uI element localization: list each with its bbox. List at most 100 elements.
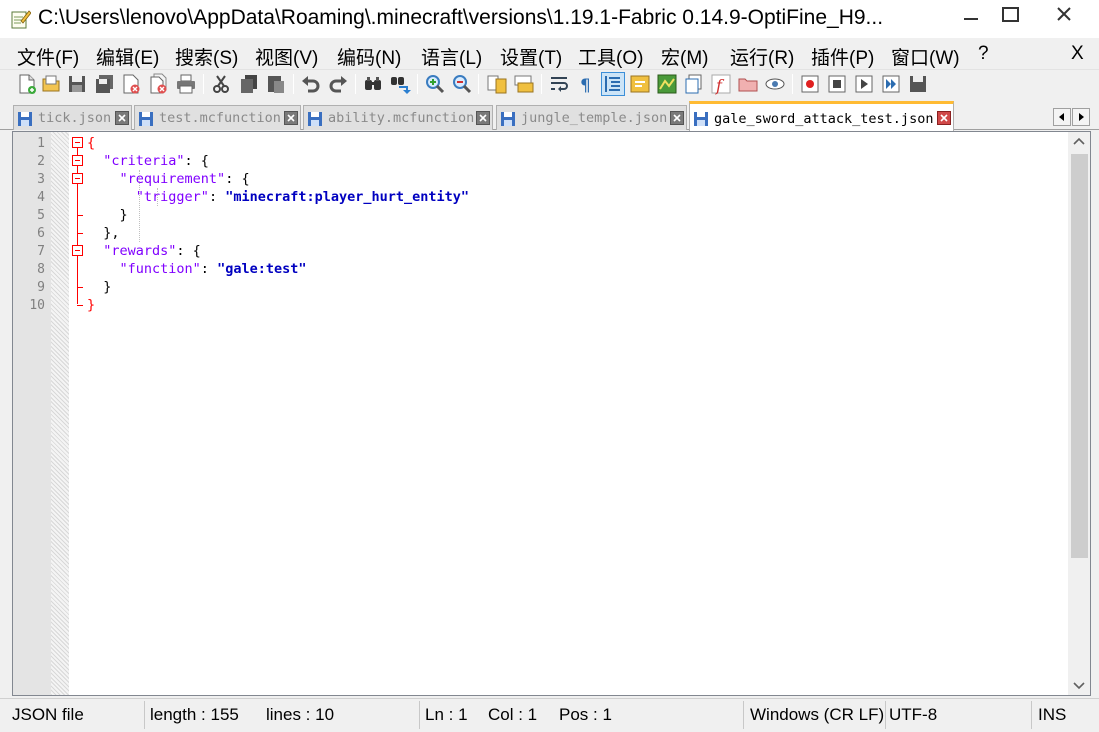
line-number: 4 (37, 190, 45, 205)
tab-jungle-temple-json[interactable]: jungle_temple.json (496, 105, 687, 130)
tab-close-icon[interactable] (115, 111, 129, 125)
bookmark-margin[interactable] (51, 132, 69, 695)
doc-list-icon[interactable] (683, 73, 705, 95)
tab-close-icon[interactable] (476, 111, 490, 125)
tab-test-mcfunction[interactable]: test.mcfunction (134, 105, 301, 130)
code-line[interactable]: "criteria": { (87, 152, 209, 170)
function-list-icon[interactable]: f (710, 73, 732, 95)
code-editor[interactable]: 1 2 3 4 5 6 7 8 9 10 { "criteria": { "requirement… (12, 131, 1091, 696)
tab-close-icon[interactable] (284, 111, 298, 125)
run-macro-multiple-icon[interactable] (880, 73, 902, 95)
code-line[interactable]: } (87, 296, 95, 314)
doc-map-icon[interactable] (656, 73, 678, 95)
menu-edit[interactable]: 编辑(E) (96, 43, 159, 70)
title-bar: C:\Users\lenovo\AppData\Roaming\.minecra… (0, 0, 1099, 38)
minimize-button[interactable] (948, 0, 994, 32)
fold-collapse-icon[interactable] (72, 173, 83, 184)
redo-icon[interactable] (327, 73, 349, 95)
fold-margin[interactable] (69, 132, 87, 695)
saved-file-icon (500, 111, 516, 127)
user-lang-icon[interactable] (629, 73, 651, 95)
tab-close-icon[interactable] (937, 111, 951, 125)
sync-horizontal-icon[interactable] (513, 73, 535, 95)
status-insert-mode: INS (1038, 705, 1067, 724)
find-icon[interactable] (362, 73, 384, 95)
code-line[interactable]: "rewards": { (87, 242, 201, 260)
folder-workspace-icon[interactable] (737, 73, 759, 95)
fold-end-marker (77, 287, 83, 288)
code-line[interactable]: { (87, 134, 95, 152)
menu-search[interactable]: 搜索(S) (175, 43, 238, 70)
maximize-button[interactable] (992, 0, 1038, 32)
fold-end-marker (77, 215, 83, 216)
tab-scroll-right-button[interactable] (1072, 108, 1090, 126)
menu-tools[interactable]: 工具(O) (578, 43, 643, 70)
scrollbar-thumb[interactable] (1071, 154, 1088, 558)
sync-vertical-icon[interactable] (486, 73, 508, 95)
menu-macro[interactable]: 宏(M) (661, 43, 708, 70)
close-window-button[interactable] (1036, 0, 1099, 32)
save-all-icon[interactable] (94, 73, 116, 95)
line-number-gutter: 1 2 3 4 5 6 7 8 9 10 (13, 132, 51, 695)
stop-macro-icon[interactable] (826, 73, 848, 95)
menu-encoding[interactable]: 编码(N) (337, 43, 401, 70)
code-line[interactable]: } (87, 278, 111, 296)
save-macro-icon[interactable] (907, 73, 929, 95)
save-icon[interactable] (66, 73, 88, 95)
record-macro-icon[interactable] (799, 73, 821, 95)
code-line[interactable]: }, (87, 224, 119, 242)
code-token: : { (184, 153, 209, 169)
menu-view[interactable]: 视图(V) (255, 43, 318, 70)
notepad-plus-plus-app-icon (11, 9, 32, 29)
copy-icon[interactable] (238, 73, 260, 95)
menu-window[interactable]: 窗口(W) (891, 43, 960, 70)
code-line[interactable]: "trigger": "minecraft:player_hurt_entity… (87, 188, 469, 206)
code-line[interactable]: "requirement": { (87, 170, 250, 188)
fold-collapse-icon[interactable] (72, 137, 83, 148)
tab-scroll-left-button[interactable] (1053, 108, 1071, 126)
show-all-chars-icon[interactable]: ¶ (575, 73, 597, 95)
code-line[interactable]: } (87, 206, 128, 224)
vertical-scrollbar[interactable] (1068, 132, 1090, 695)
open-file-icon[interactable] (40, 73, 62, 95)
menu-run[interactable]: 运行(R) (730, 43, 794, 70)
close-all-icon[interactable] (148, 73, 170, 95)
zoom-in-icon[interactable] (424, 73, 446, 95)
close-document-button[interactable]: X (1071, 43, 1084, 65)
window-title: C:\Users\lenovo\AppData\Roaming\.minecra… (38, 6, 884, 29)
cut-icon[interactable] (210, 73, 232, 95)
tab-close-icon[interactable] (670, 111, 684, 125)
scroll-up-button[interactable] (1068, 132, 1090, 152)
new-file-icon[interactable] (16, 73, 38, 95)
tab-tick-json[interactable]: tick.json (13, 105, 132, 130)
paste-icon[interactable] (265, 73, 287, 95)
indent-guide-icon[interactable] (601, 72, 625, 96)
undo-icon[interactable] (300, 73, 322, 95)
monitoring-icon[interactable] (764, 73, 786, 95)
menu-file[interactable]: 文件(F) (17, 43, 79, 70)
menu-settings[interactable]: 设置(T) (500, 43, 562, 70)
code-line[interactable]: "function": "gale:test" (87, 260, 307, 278)
menu-bar: 文件(F) 编辑(E) 搜索(S) 视图(V) 编码(N) 语言(L) 设置(T… (0, 40, 1099, 70)
menu-help[interactable]: ? (978, 43, 989, 65)
tab-gale-sword-attack-test-json[interactable]: gale_sword_attack_test.json (689, 101, 954, 131)
tab-ability-mcfunction[interactable]: ability.mcfunction (303, 105, 493, 130)
tab-label: tick.json (38, 110, 112, 126)
print-icon[interactable] (175, 73, 197, 95)
code-token: "function" (119, 261, 201, 277)
play-macro-icon[interactable] (853, 73, 875, 95)
scroll-down-button[interactable] (1068, 675, 1090, 695)
line-number: 9 (37, 280, 45, 295)
text-area[interactable]: { "criteria": { "requirement": { "trigge… (87, 132, 1067, 695)
fold-collapse-icon[interactable] (72, 155, 83, 166)
close-icon[interactable] (120, 73, 142, 95)
zoom-out-icon[interactable] (451, 73, 473, 95)
menu-plugins[interactable]: 插件(P) (811, 43, 874, 70)
status-encoding: UTF-8 (889, 705, 938, 724)
fold-collapse-icon[interactable] (72, 245, 83, 256)
menu-language[interactable]: 语言(L) (421, 43, 482, 70)
saved-file-icon (693, 111, 709, 127)
replace-icon[interactable] (389, 73, 411, 95)
word-wrap-icon[interactable] (548, 73, 570, 95)
